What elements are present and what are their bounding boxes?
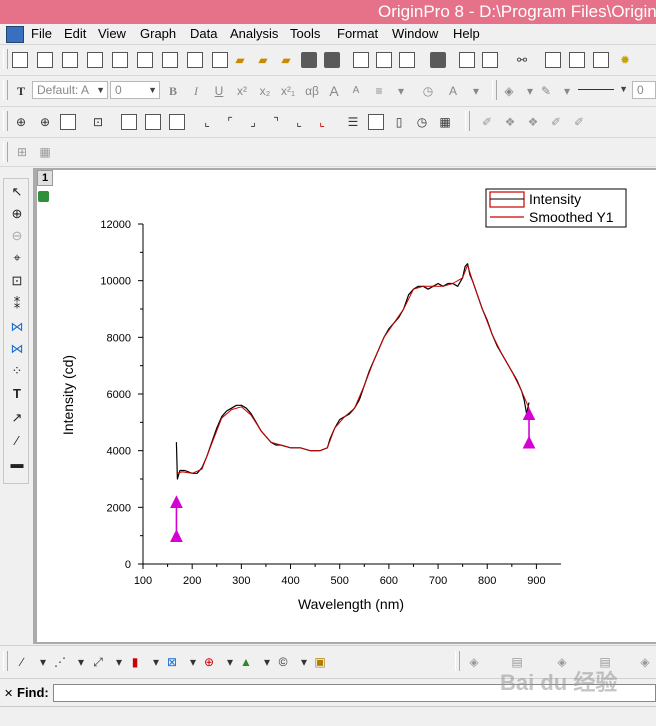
line-symbol-plot-icon[interactable]: ⤢ (90, 654, 106, 670)
x-tick-label: 500 (331, 575, 349, 587)
legend-label-smoothed: Smoothed Y1 (529, 209, 614, 225)
find-label: Find: (17, 685, 49, 700)
y-tick-label: 6000 (107, 389, 131, 401)
chart[interactable]: 100 200 300 400 500 600 700 800 900 0 2000 4000 6000… (0, 0, 656, 725)
y-axis-label: Intensity (cd) (60, 355, 76, 435)
x-axis-label: Wavelength (nm) (298, 596, 404, 612)
x-tick-label: 200 (183, 575, 201, 587)
y-tick-label: 10000 (100, 276, 131, 288)
watermark: Bai du 经验 (500, 670, 618, 695)
x-tick-label: 100 (134, 575, 152, 587)
y-tick-label: 2000 (107, 502, 131, 514)
x-tick-label: 600 (380, 575, 398, 587)
y-tick-label: 4000 (107, 446, 131, 458)
series-line-smoothed (176, 264, 530, 474)
series-line-intensity (175, 263, 530, 480)
close-icon[interactable]: ✕ (4, 687, 13, 700)
polar-plot-icon[interactable]: © (275, 654, 291, 670)
3d-perspective-icon[interactable]: ◈ (637, 654, 653, 670)
x-tick-label: 300 (232, 575, 250, 587)
line-plot-dropdown-icon[interactable]: ▾ (35, 654, 51, 670)
statistics-plot-icon[interactable]: ⊕ (201, 654, 217, 670)
multi-curve-icon[interactable]: ⊠ (164, 654, 180, 670)
line-plot-icon[interactable]: ∕ (14, 654, 30, 670)
column-plot-icon[interactable]: ▮ (127, 654, 143, 670)
scatter-plot-icon[interactable]: ⋰ (52, 654, 68, 670)
status-bar (0, 706, 656, 726)
line-symbol-dropdown-icon[interactable]: ▾ (111, 654, 127, 670)
x-tick-label: 400 (281, 575, 299, 587)
area-plot-dropdown-icon[interactable]: ▾ (259, 654, 275, 670)
y-tick-label: 12000 (100, 219, 131, 231)
y-tick-label: 0 (125, 559, 131, 571)
toolbar-grip[interactable] (455, 651, 460, 671)
x-tick-label: 700 (429, 575, 447, 587)
template-library-icon[interactable]: ▣ (312, 654, 328, 670)
x-tick-label: 800 (478, 575, 496, 587)
chart-axes: 100 200 300 400 500 600 700 800 900 0 2000 4000 6000… (100, 219, 561, 587)
multi-curve-dropdown-icon[interactable]: ▾ (185, 654, 201, 670)
area-plot-icon[interactable]: ▲ (238, 654, 254, 670)
chart-series (175, 263, 530, 480)
toolbar-grip[interactable] (3, 651, 8, 671)
chart-legend[interactable]: Intensity Smoothed Y1 (485, 188, 627, 228)
y-tick-label: 8000 (107, 332, 131, 344)
3d-surface-icon[interactable]: ◈ (466, 654, 482, 670)
polar-dropdown-icon[interactable]: ▾ (296, 654, 312, 670)
legend-label-intensity: Intensity (529, 191, 581, 207)
scatter-plot-dropdown-icon[interactable]: ▾ (73, 654, 89, 670)
x-tick-label: 900 (527, 575, 545, 587)
column-plot-dropdown-icon[interactable]: ▾ (148, 654, 164, 670)
statistics-dropdown-icon[interactable]: ▾ (222, 654, 238, 670)
chart-annotations (170, 407, 536, 543)
